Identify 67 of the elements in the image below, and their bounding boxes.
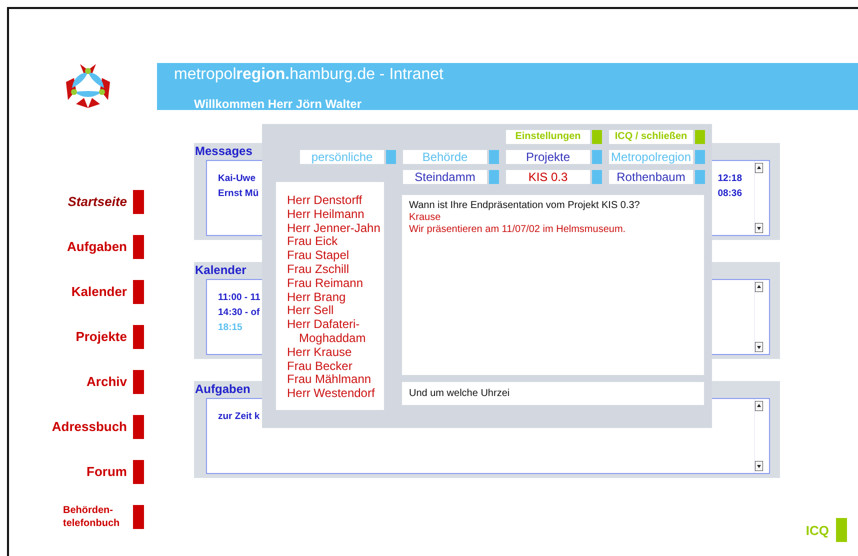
contact-item[interactable]: Frau Mählmann bbox=[287, 373, 384, 388]
panel-title: Kalender bbox=[195, 262, 246, 279]
contact-item[interactable]: Frau Eick bbox=[287, 235, 384, 250]
nav-link[interactable]: Startseite bbox=[68, 194, 127, 210]
contact-item[interactable]: Frau Zschill bbox=[287, 262, 384, 277]
message-input[interactable]: Und um welche Uhrzei bbox=[402, 382, 704, 405]
tab-marker-icon bbox=[489, 150, 499, 164]
contact-item[interactable]: Frau Stapel bbox=[287, 249, 384, 263]
contact-item[interactable]: Herr Sell bbox=[287, 304, 384, 318]
contact-item[interactable]: Herr Heilmann bbox=[287, 208, 384, 222]
tab-marker-icon bbox=[386, 150, 396, 164]
nav-link[interactable]: Archiv bbox=[86, 374, 127, 390]
tab-marker-icon bbox=[695, 170, 705, 184]
contact-item[interactable]: Herr Denstorff bbox=[287, 194, 384, 208]
scroll-down-icon[interactable] bbox=[755, 342, 763, 352]
entry-text: Ernst Mü bbox=[218, 188, 259, 199]
contact-item[interactable]: Herr Westendorf bbox=[287, 387, 384, 401]
tab[interactable]: Steindamm bbox=[403, 170, 487, 184]
tab[interactable]: Rothenbaum bbox=[609, 170, 693, 184]
contact-item[interactable]: Frau Reimann bbox=[287, 276, 384, 291]
tab-marker-icon bbox=[489, 170, 499, 184]
tab-marker-icon bbox=[592, 150, 602, 164]
nav-marker-icon bbox=[133, 370, 144, 394]
contact-item[interactable]: Frau Becker bbox=[287, 360, 384, 374]
contact-item[interactable]: Herr Dafateri-Moghaddam bbox=[287, 318, 384, 346]
nav-marker-icon bbox=[133, 505, 144, 529]
scroll-up-icon[interactable] bbox=[755, 163, 763, 173]
entry-text: zur Zeit k bbox=[218, 411, 260, 422]
tab-marker-icon bbox=[592, 130, 602, 144]
contact-item[interactable]: Herr Jenner-Jahn bbox=[287, 222, 384, 236]
entry-text: Kai-Uwe bbox=[218, 173, 256, 184]
scroll-down-icon[interactable] bbox=[755, 461, 763, 471]
entry-time: 08:36 bbox=[718, 188, 742, 199]
nav-marker-icon bbox=[133, 235, 144, 259]
nav-link[interactable]: Kalender bbox=[71, 284, 127, 300]
tab-marker-icon bbox=[695, 150, 705, 164]
panel-title: Messages bbox=[195, 143, 252, 160]
tab-marker-icon bbox=[695, 130, 705, 144]
icq-marker-icon bbox=[836, 518, 847, 542]
entry-time: 12:18 bbox=[718, 173, 742, 184]
site-title: metropolregion.hamburg.de - Intranet bbox=[174, 66, 444, 84]
message-text: Wann ist Ihre Endpräsentation vom Projekt KIS 0.3? bbox=[409, 200, 641, 212]
message-text: Krause bbox=[409, 212, 442, 224]
contact-item[interactable]: Herr Krause bbox=[287, 346, 384, 360]
scroll-up-icon[interactable] bbox=[755, 282, 763, 292]
nav-link[interactable]: Aufgaben bbox=[67, 239, 127, 255]
scroll-down-icon[interactable] bbox=[755, 223, 763, 233]
nav-marker-icon bbox=[133, 415, 144, 439]
scroll-up-icon[interactable] bbox=[755, 401, 763, 411]
entry-text: 14:30 - of bbox=[218, 307, 260, 318]
nav-link[interactable]: Adressbuch bbox=[52, 419, 127, 435]
entry-text: 18:15 bbox=[218, 322, 242, 333]
contact-item[interactable]: Herr Brang bbox=[287, 290, 384, 304]
nav-marker-icon bbox=[133, 325, 144, 349]
panel-title: Aufgaben bbox=[195, 381, 250, 398]
welcome-text: Willkommen Herr Jörn Walter bbox=[194, 97, 362, 111]
tab[interactable]: KIS 0.3 bbox=[506, 170, 590, 184]
nav-link[interactable]: Projekte bbox=[76, 329, 127, 345]
tab-marker-icon bbox=[592, 170, 602, 184]
nav-marker-icon bbox=[133, 280, 144, 304]
nav-marker-icon bbox=[133, 460, 144, 484]
nav-link[interactable]: Behörden-telefonbuch bbox=[63, 504, 127, 530]
nav-marker-icon bbox=[133, 190, 144, 214]
nav-link[interactable]: Forum bbox=[86, 464, 127, 480]
entry-text: 11:00 - 11 bbox=[218, 292, 260, 303]
message-text: Wir präsentieren am 11/07/02 im Helmsmuseum. bbox=[409, 224, 627, 236]
tab[interactable]: Projekte bbox=[506, 150, 590, 164]
